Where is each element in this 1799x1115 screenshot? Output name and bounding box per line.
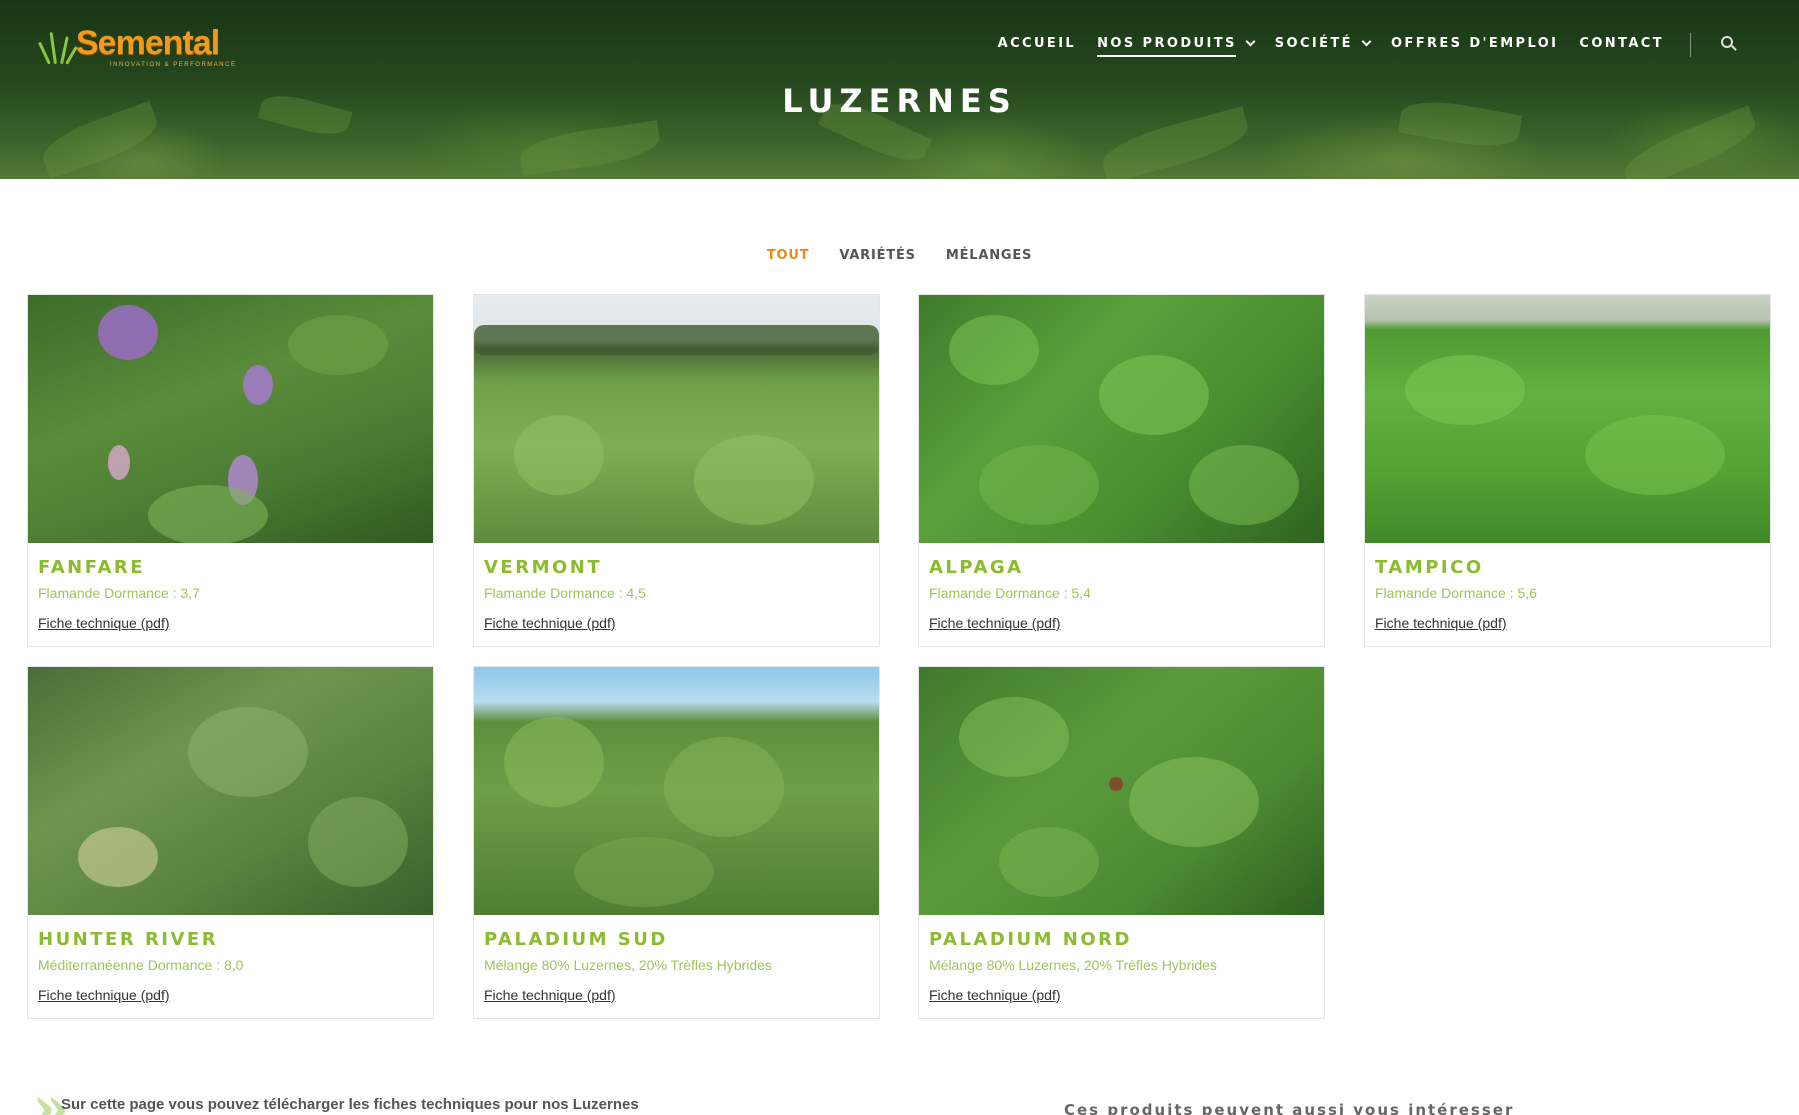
product-photo (28, 667, 433, 915)
product-name: TAMPICO (1375, 557, 1484, 578)
page-title: LUZERNES (782, 82, 1017, 120)
datasheet-link[interactable]: Fiche technique (pdf) (1375, 615, 1507, 631)
product-card-paladium-nord[interactable]: PALADIUM NORD Mélange 80% Luzernes, 20% … (918, 666, 1325, 1019)
product-name: HUNTER RIVER (38, 929, 219, 950)
product-desc: Flamande Dormance : 5,6 (1375, 585, 1537, 601)
chevron-down-icon (1245, 36, 1256, 47)
nav-offres-emploi[interactable]: OFFRES D'EMPLOI (1391, 36, 1558, 57)
product-card-tampico[interactable]: TAMPICO Flamande Dormance : 5,6 Fiche te… (1364, 294, 1771, 647)
logo-wordmark: Semental (76, 24, 220, 62)
product-photo (919, 295, 1324, 543)
filter-tout[interactable]: TOUT (767, 248, 810, 263)
product-card-paladium-sud[interactable]: PALADIUM SUD Mélange 80% Luzernes, 20% T… (473, 666, 880, 1019)
datasheet-link[interactable]: Fiche technique (pdf) (929, 987, 1061, 1003)
product-photo (1365, 295, 1770, 543)
product-photo (28, 295, 433, 543)
product-name: VERMONT (484, 557, 603, 578)
datasheet-link[interactable]: Fiche technique (pdf) (38, 987, 170, 1003)
nav-societe[interactable]: SOCIÉTÉ (1275, 36, 1372, 57)
nav-divider (1690, 32, 1691, 57)
product-name: FANFARE (38, 557, 146, 578)
grass-icon (37, 28, 78, 65)
product-desc: Mélange 80% Luzernes, 20% Trèfles Hybrid… (929, 957, 1217, 973)
intro-text: Sur cette page vous pouvez télécharger l… (61, 1096, 639, 1113)
product-card-alpaga[interactable]: ALPAGA Flamande Dormance : 5,4 Fiche tec… (918, 294, 1325, 647)
nav-contact[interactable]: CONTACT (1579, 36, 1664, 57)
category-filters: TOUT VARIÉTÉS MÉLANGES (0, 248, 1799, 263)
product-photo (474, 667, 879, 915)
product-card-fanfare[interactable]: FANFARE Flamande Dormance : 3,7 Fiche te… (27, 294, 434, 647)
site-logo[interactable]: Semental INNOVATION & PERFORMANCE (37, 24, 244, 72)
product-photo (474, 295, 879, 543)
search-icon[interactable] (1721, 36, 1737, 52)
datasheet-link[interactable]: Fiche technique (pdf) (929, 615, 1061, 631)
nav-accueil[interactable]: ACCUEIL (998, 36, 1077, 57)
datasheet-link[interactable]: Fiche technique (pdf) (484, 615, 616, 631)
product-desc: Méditerranéenne Dormance : 8,0 (38, 957, 244, 973)
product-photo (919, 667, 1324, 915)
product-desc: Mélange 80% Luzernes, 20% Trèfles Hybrid… (484, 957, 772, 973)
product-card-hunter-river[interactable]: HUNTER RIVER Méditerranéenne Dormance : … (27, 666, 434, 1019)
logo-tagline: INNOVATION & PERFORMANCE (110, 62, 237, 68)
product-name: PALADIUM NORD (929, 929, 1132, 950)
product-card-vermont[interactable]: VERMONT Flamande Dormance : 4,5 Fiche te… (473, 294, 880, 647)
chevron-down-icon (1361, 36, 1372, 47)
nav-nos-produits[interactable]: NOS PRODUITS (1097, 36, 1256, 57)
product-desc: Flamande Dormance : 5,4 (929, 585, 1091, 601)
product-name: PALADIUM SUD (484, 929, 668, 950)
product-name: ALPAGA (929, 557, 1024, 578)
datasheet-link[interactable]: Fiche technique (pdf) (484, 987, 616, 1003)
filter-melanges[interactable]: MÉLANGES (946, 248, 1032, 263)
filter-varietes[interactable]: VARIÉTÉS (839, 248, 915, 263)
product-desc: Flamande Dormance : 4,5 (484, 585, 646, 601)
datasheet-link[interactable]: Fiche technique (pdf) (38, 615, 170, 631)
related-products-heading: Ces produits peuvent aussi vous intéress… (1064, 1101, 1515, 1115)
main-nav: ACCUEIL NOS PRODUITS SOCIÉTÉ OFFRES D'EM… (977, 32, 1691, 57)
product-desc: Flamande Dormance : 3,7 (38, 585, 200, 601)
